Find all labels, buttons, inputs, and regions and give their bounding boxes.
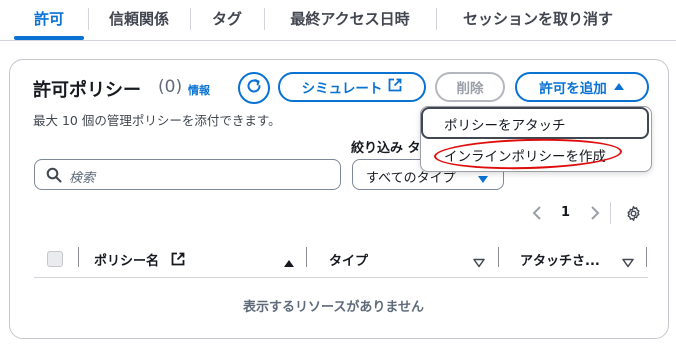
tab-trust-relationships[interactable]: 信頼関係 [92,0,186,38]
caret-up-icon [613,79,625,95]
permissions-policies-panel: 許可ポリシー (0) 情報 最大 10 個の管理ポリシーを添付できます。 シミュ… [9,59,669,339]
menu-item-label: ポリシーをアタッチ [444,118,566,134]
active-tab-indicator [14,36,84,40]
tab-permissions[interactable]: 許可 [14,0,84,38]
tab-last-accessed[interactable]: 最終アクセス日時 [268,0,432,38]
next-page-icon[interactable] [590,205,600,224]
search-icon [46,167,62,187]
pager-divider [610,202,611,224]
menu-item-attach-policy[interactable]: ポリシーをアタッチ [421,107,649,139]
column-header-type[interactable]: タイプ [329,250,368,269]
external-link-icon [171,251,185,270]
column-divider [646,247,647,267]
tab-revoke-sessions[interactable]: セッションを取り消す [440,0,636,38]
previous-page-icon[interactable] [532,205,542,224]
tab-tags[interactable]: タグ [194,0,260,38]
simulate-label: シミュレート [301,81,383,97]
tab-divider [436,8,437,30]
column-header-attached-as[interactable]: アタッチさ... [520,250,600,269]
tab-divider [190,8,191,30]
search-input[interactable]: 検索 [34,159,341,190]
simulate-button[interactable]: シミュレート [278,72,426,102]
column-divider [306,247,307,267]
sort-caret-icon[interactable] [622,253,634,272]
tab-divider [264,8,265,30]
panel-description: 最大 10 個の管理ポリシーを添付できます。 [33,113,281,128]
caret-down-icon [477,170,489,189]
page-number[interactable]: 1 [561,205,570,220]
add-permissions-label: 許可を追加 [539,81,607,97]
sort-ascending-icon[interactable] [283,253,295,272]
info-link[interactable]: 情報 [188,82,210,98]
filter-by-type-label: 絞り込み タ [351,141,421,156]
refresh-icon [245,77,263,99]
delete-button[interactable]: 削除 [435,72,505,102]
search-placeholder: 検索 [69,171,96,186]
tab-bar: 許可 信頼関係 タグ 最終アクセス日時 セッションを取り消す [0,0,676,41]
refresh-button[interactable] [238,72,270,104]
empty-state-message: 表示するリソースがありません [243,300,424,315]
column-divider [498,247,499,267]
table-header-divider [34,277,648,278]
select-all-checkbox[interactable] [47,251,63,267]
settings-gear-icon[interactable] [625,205,642,226]
column-header-policy-name[interactable]: ポリシー名 [94,250,159,269]
panel-title: 許可ポリシー [33,80,141,101]
add-permissions-button[interactable]: 許可を追加 [515,72,649,102]
sort-caret-icon[interactable] [473,253,485,272]
tab-divider [88,8,89,30]
policy-count: (0) [158,77,183,97]
external-link-icon [388,78,402,96]
column-divider [78,247,79,267]
delete-label: 削除 [456,81,484,97]
